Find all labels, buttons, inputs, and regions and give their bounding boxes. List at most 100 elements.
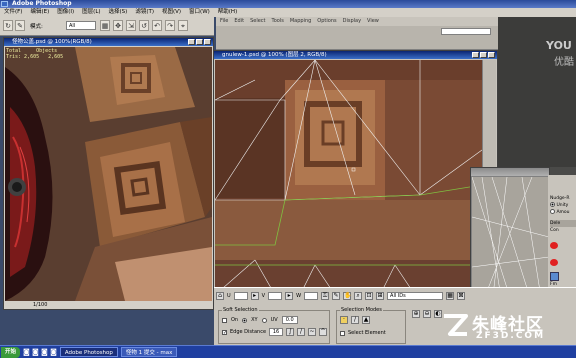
selection-modes-title: Selection Modes xyxy=(340,307,383,313)
menu-item[interactable]: 文件(F) xyxy=(4,8,22,17)
doc2-titlebar[interactable]: gnulew-1.psd @ 100% (图层 2, RGB/8) xyxy=(214,51,497,59)
taskbar-item-photoshop[interactable]: Adobe Photoshop xyxy=(59,347,118,357)
zoom-extents-icon[interactable]: ⊞ xyxy=(376,292,385,300)
minimize-button[interactable] xyxy=(188,39,195,45)
overlay-text-2: 优酷 xyxy=(554,57,574,68)
red-dot-icon[interactable] xyxy=(550,259,558,266)
snap-icon[interactable]: ⊠ xyxy=(457,292,466,300)
document-window-3[interactable] xyxy=(470,167,550,305)
edge-distance-checkbox[interactable]: ✓ xyxy=(222,329,227,335)
menu-item[interactable]: 编辑(E) xyxy=(30,8,49,17)
close-button[interactable] xyxy=(204,39,211,45)
falloff-linear-icon[interactable]: / xyxy=(297,328,306,336)
max-menu-item[interactable]: Display xyxy=(343,17,361,26)
doc3-canvas[interactable] xyxy=(472,177,549,304)
doc1-title: 怪物公盖.psd @ 100%(RGB/8) xyxy=(12,39,92,45)
document-window-1[interactable]: 怪物公盖.psd @ 100%(RGB/8) Total Objects Tri… xyxy=(3,37,214,310)
max-dropdown[interactable] xyxy=(441,28,491,35)
select-element-checkbox[interactable] xyxy=(340,330,345,336)
windows-taskbar: 开始 ◙ ◙ ◙ ◙ Adobe Photoshop 怪物 1 提交 - max xyxy=(0,345,576,358)
undo-icon[interactable]: ↶ xyxy=(152,20,162,31)
max-menu-item[interactable]: Tools xyxy=(272,17,284,26)
poly-count-overlay: Total Objects Tris: 2,605 2,605 xyxy=(6,48,63,60)
max-toolbar xyxy=(216,26,498,50)
zoom-readout: 1/100 xyxy=(33,302,48,308)
grid-icon[interactable]: ▦ xyxy=(100,20,110,31)
menu-item[interactable]: 视图(V) xyxy=(162,8,181,17)
v-field[interactable] xyxy=(268,292,283,300)
scale-icon[interactable]: ⇲ xyxy=(126,20,136,31)
rollout-item[interactable]: Nudge-R xyxy=(550,195,576,202)
rollout-item[interactable]: Amou xyxy=(550,209,576,216)
max-menu-item[interactable]: Edit xyxy=(234,17,244,26)
vertex-mode-icon[interactable]: · xyxy=(340,316,348,324)
doc1-titlebar[interactable]: 怪物公盖.psd @ 100%(RGB/8) xyxy=(4,38,213,46)
falloff-field[interactable]: 0.0 xyxy=(281,316,298,324)
doc2-canvas[interactable] xyxy=(215,60,482,295)
overlay-text: YOU xyxy=(546,39,572,52)
zoom-region-icon[interactable]: ⊡ xyxy=(365,292,374,300)
edge-distance-field[interactable]: 16 xyxy=(269,328,284,336)
rotate-icon[interactable]: ↺ xyxy=(139,20,149,31)
w-field[interactable] xyxy=(304,292,319,300)
paint-icon[interactable]: ✎ xyxy=(332,292,341,300)
menu-item[interactable]: 图层(L) xyxy=(82,8,100,17)
menu-item[interactable]: 选择(S) xyxy=(109,8,128,17)
tool-icon[interactable]: ⊕ xyxy=(412,310,420,318)
menu-item[interactable]: 帮助(H) xyxy=(218,8,237,17)
doc1-canvas[interactable]: Total Objects Tris: 2,605 2,605 xyxy=(5,47,212,301)
maximize-button[interactable] xyxy=(480,52,487,58)
grid-button-icon[interactable] xyxy=(550,272,559,281)
unity-radio[interactable] xyxy=(550,202,555,207)
hand-icon[interactable]: ✋ xyxy=(343,292,352,300)
mode-select[interactable]: All xyxy=(66,21,96,30)
menu-item[interactable]: 图像(I) xyxy=(57,8,74,17)
zoom-icon[interactable]: ⌕ xyxy=(354,292,363,300)
on-label: On xyxy=(231,317,239,323)
lock-icon[interactable]: ⌂ xyxy=(216,292,224,300)
falloff-sharp-icon[interactable]: ^ xyxy=(319,328,328,336)
max-menu-item[interactable]: Mapping xyxy=(290,17,311,26)
taskbar-item-max[interactable]: 怪物 1 提交 - max xyxy=(120,347,178,357)
max-menu-item[interactable]: File xyxy=(220,17,228,26)
start-button[interactable]: 开始 xyxy=(1,346,21,358)
maximize-button[interactable] xyxy=(196,39,203,45)
menu-item[interactable]: 滤镜(T) xyxy=(135,8,154,17)
amount-radio[interactable] xyxy=(550,209,555,214)
minimize-button[interactable] xyxy=(472,52,479,58)
spinner-icon[interactable]: ▸ xyxy=(250,292,259,300)
selection-modes-group: Selection Modes · / ▲ Select Element xyxy=(336,307,406,344)
lock-icon[interactable]: ⚿ xyxy=(321,292,330,300)
max-menu-item[interactable]: Options xyxy=(317,17,336,26)
face-mode-icon[interactable]: ▲ xyxy=(362,316,370,324)
on-checkbox[interactable] xyxy=(222,317,227,323)
redo-icon[interactable]: ↷ xyxy=(165,20,175,31)
spinner-icon[interactable]: ▸ xyxy=(285,292,294,300)
soft-selection-group: Soft Selection On XY UV 0.0 ✓ Edge Dista… xyxy=(218,307,330,344)
menu-item[interactable]: 窗口(W) xyxy=(189,8,210,17)
xy-radio[interactable] xyxy=(242,317,248,323)
doc3-titlebar[interactable] xyxy=(471,168,549,176)
tool-icon[interactable]: ⊖ xyxy=(423,310,431,318)
rollout-item[interactable]: Unity xyxy=(550,202,576,209)
uv-radio[interactable] xyxy=(261,317,267,323)
max-menu-item[interactable]: Select xyxy=(250,17,265,26)
pin-icon[interactable]: ⌖ xyxy=(178,20,188,31)
brush-tool-icon[interactable]: ✎ xyxy=(15,20,25,31)
unity-label: Unity xyxy=(556,203,569,208)
falloff-smooth-icon[interactable]: ~ xyxy=(308,328,317,336)
rotate-tool-icon[interactable]: ↻ xyxy=(3,20,13,31)
document-window-2[interactable]: gnulew-1.psd @ 100% (图层 2, RGB/8) xyxy=(213,50,498,305)
max-menu-item[interactable]: View xyxy=(367,17,379,26)
id-filter-dropdown[interactable]: All IDs xyxy=(387,292,444,300)
red-dot-icon[interactable] xyxy=(550,242,558,249)
grid-icon[interactable]: ▦ xyxy=(446,292,455,300)
move-icon[interactable]: ✥ xyxy=(113,20,123,31)
rollout-item[interactable]: Con xyxy=(550,227,576,234)
rollout-item[interactable]: Dele xyxy=(550,220,576,227)
edge-mode-icon[interactable]: / xyxy=(351,316,359,324)
quicklaunch-icons[interactable]: ◙ ◙ ◙ ◙ xyxy=(23,348,57,356)
falloff-curve-icon[interactable]: ∫ xyxy=(286,328,295,336)
close-button[interactable] xyxy=(488,52,495,58)
u-field[interactable] xyxy=(233,292,248,300)
